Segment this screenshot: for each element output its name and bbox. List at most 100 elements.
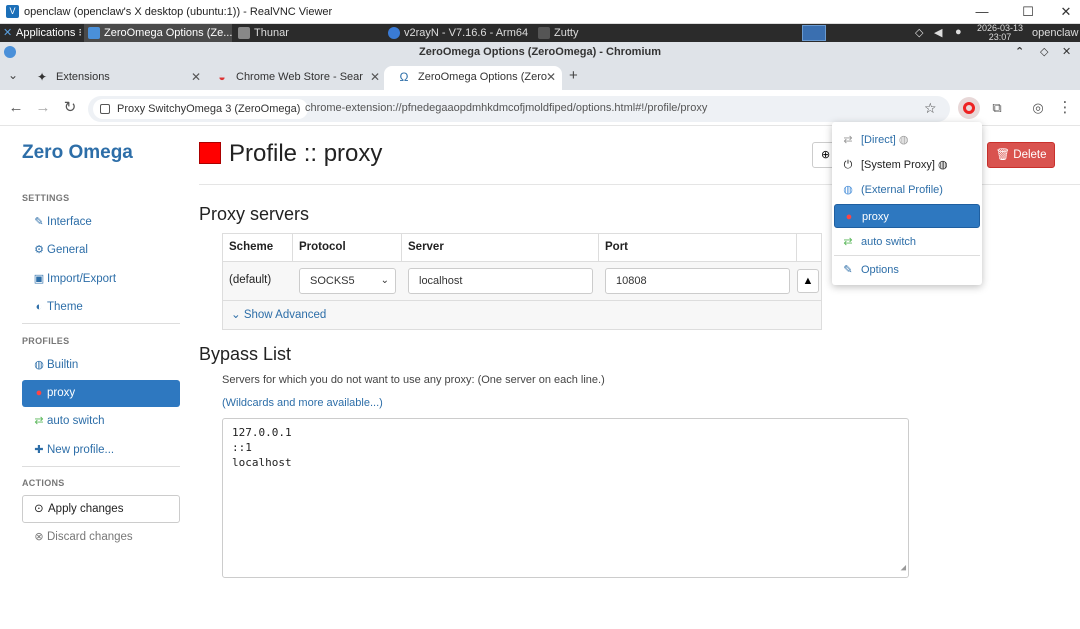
wrench-icon: ✎ [843, 264, 853, 276]
discard-changes-button[interactable]: ⊗ Discard changes [22, 524, 180, 551]
chromium-icon [88, 27, 100, 39]
apply-changes-button[interactable]: ⊙ Apply changes [22, 495, 180, 523]
column-header-port: Port [599, 234, 797, 261]
bypass-list-heading: Bypass List [199, 344, 292, 364]
bookmark-star-icon[interactable]: ☆ [924, 100, 937, 117]
close-tab-icon[interactable]: ✕ [370, 66, 380, 88]
contrast-icon: ◐ [35, 301, 43, 313]
browser-titlebar: ZeroOmega Options (ZeroOmega) - Chromium… [0, 42, 1080, 64]
workspace-switcher[interactable] [802, 25, 826, 41]
menu-item-direct[interactable]: ⇄ [Direct] ◍ [834, 128, 980, 152]
menu-item-external-profile[interactable]: ◍ (External Profile) [834, 178, 980, 202]
nav-auto-switch[interactable]: ⇄ auto switch [22, 408, 180, 435]
port-input[interactable]: 10808 [605, 268, 790, 294]
extension-chip[interactable]: Proxy SwitchyOmega 3 (ZeroOmega) [93, 99, 309, 119]
profile-color-swatch[interactable] [199, 142, 221, 164]
show-advanced-link[interactable]: ⌄ Show Advanced [231, 307, 326, 321]
task-label: ZeroOmega Options (Ze... [104, 27, 232, 39]
new-tab-button[interactable]: + [569, 67, 578, 84]
bypass-list-textarea[interactable]: 127.0.0.1 ::1 localhost ◢ [222, 418, 909, 578]
globe-icon: ● [845, 211, 853, 223]
bypass-help-text: Servers for which you do not want to use… [222, 374, 605, 386]
applications-label: Applications [16, 27, 76, 39]
tab-zeroomega-options[interactable]: Ω ZeroOmega Options (Zero ✕ [384, 66, 562, 90]
menu-icon[interactable]: ⋮ [1055, 98, 1075, 118]
task-thunar[interactable]: Thunar [234, 24, 384, 42]
chevron-up-icon[interactable]: ⌃ [1015, 42, 1024, 62]
tab-extensions[interactable]: ✦ Extensions ✕ [22, 66, 207, 90]
wifi-icon[interactable]: ◇ [915, 26, 923, 39]
bypass-line: localhost [232, 456, 292, 469]
divider [22, 323, 180, 324]
nav-label: New profile... [47, 444, 115, 456]
omega-icon: Ω [399, 70, 409, 84]
task-label: v2rayN - V7.16.6 - Arm64 [404, 27, 529, 39]
nav-new-profile[interactable]: ✚ New profile... [22, 437, 180, 464]
exchange-icon: ⇄ [843, 134, 853, 146]
globe-icon: ◍ [34, 359, 44, 371]
wildcards-link[interactable]: (Wildcards and more available...) [222, 397, 383, 409]
puzzle-icon: ✦ [36, 70, 48, 84]
forward-icon[interactable]: → [33, 98, 53, 118]
nav-builtin[interactable]: ◍ Builtin [22, 352, 180, 379]
notification-icon[interactable]: ● [955, 26, 962, 38]
menu-item-auto-switch[interactable]: ⇄ auto switch [834, 230, 980, 254]
close-tab-icon[interactable]: ✕ [546, 66, 556, 88]
nav-label: proxy [47, 387, 76, 399]
extension-icon [100, 104, 110, 114]
clock[interactable]: 2026-03-13 23:07 [975, 24, 1025, 42]
brand-title[interactable]: Zero Omega [22, 142, 133, 164]
task-v2rayn[interactable]: v2rayN - V7.16.6 - Arm64 [384, 24, 534, 42]
profile-icon[interactable]: ◎ [1028, 98, 1048, 118]
menu-item-proxy[interactable]: ● proxy [834, 204, 980, 228]
scheme-cell: (default) [229, 274, 272, 286]
close-button[interactable]: ✕ [1054, 3, 1078, 21]
close-icon[interactable]: ✕ [1062, 42, 1071, 62]
tab-list-button[interactable]: ⌄ [8, 68, 18, 82]
lock-button[interactable]: ▲ [797, 269, 819, 293]
nav-theme[interactable]: ◐ Theme [22, 294, 180, 321]
extensions-puzzle-icon[interactable]: ⧉ [987, 98, 1007, 118]
omnibox[interactable]: Proxy SwitchyOmega 3 (ZeroOmega) chrome-… [88, 96, 950, 122]
table-row: (default) SOCKS5 ⌄ localhost 10808 ▲ [223, 262, 821, 300]
task-label: Zutty [554, 27, 579, 39]
proxy-status-icon [963, 102, 975, 114]
zeroomega-button[interactable] [958, 97, 980, 119]
minimize-button[interactable]: — [970, 3, 994, 21]
menu-item-system-proxy[interactable]: ⏻ [System Proxy] ◍ [834, 153, 980, 177]
tab-strip: ⌄ ✦ Extensions ✕ ◒ Chrome Web Store - Se… [0, 64, 1080, 90]
nav-general[interactable]: ⚙ General [22, 237, 180, 264]
task-zeroomega[interactable]: ZeroOmega Options (Ze... [84, 24, 232, 42]
server-input[interactable]: localhost [408, 268, 593, 294]
volume-icon[interactable]: ◀ [934, 26, 942, 39]
maximize-button[interactable]: ☐ [1016, 3, 1040, 21]
x-circle-icon: ⊗ [34, 531, 44, 543]
tab-chrome-web-store[interactable]: ◒ Chrome Web Store - Sear ✕ [202, 66, 386, 90]
applications-menu[interactable]: ✕ Applications ⁝ [0, 24, 82, 42]
restore-icon[interactable]: ◇ [1040, 42, 1048, 62]
delete-label: Delete [1013, 149, 1047, 161]
reload-icon[interactable]: ↻ [60, 98, 80, 118]
nav-import-export[interactable]: ▣ Import/Export [22, 266, 180, 293]
globe-icon: ◍ [938, 159, 948, 171]
close-tab-icon[interactable]: ✕ [191, 66, 201, 88]
protocol-select[interactable]: SOCKS5 ⌄ [299, 268, 396, 294]
back-icon[interactable]: ← [6, 98, 26, 118]
menu-item-options[interactable]: ✎ Options [834, 258, 980, 282]
globe-icon: ◍ [898, 134, 909, 146]
floppy-icon: ▣ [33, 273, 45, 285]
menu-label: [System Proxy] [861, 159, 935, 171]
url-text[interactable]: chrome-extension://pfnedegaaopdmhkdmcofj… [305, 102, 707, 114]
nav-interface[interactable]: ✎ Interface [22, 209, 180, 236]
menu-divider [834, 255, 980, 256]
protocol-value: SOCKS5 [310, 275, 355, 287]
retweet-icon: ⇄ [34, 415, 44, 427]
user-menu[interactable]: openclaw [1032, 27, 1078, 39]
nav-proxy[interactable]: ● proxy [22, 380, 180, 407]
task-zutty[interactable]: Zutty [534, 24, 684, 42]
delete-button[interactable]: 🗑 Delete [987, 142, 1055, 168]
column-header-protocol: Protocol [293, 234, 402, 261]
globe-icon: ◍ [843, 184, 853, 196]
resize-handle-icon[interactable]: ◢ [901, 561, 906, 576]
actions-heading: ACTIONS [22, 478, 65, 488]
